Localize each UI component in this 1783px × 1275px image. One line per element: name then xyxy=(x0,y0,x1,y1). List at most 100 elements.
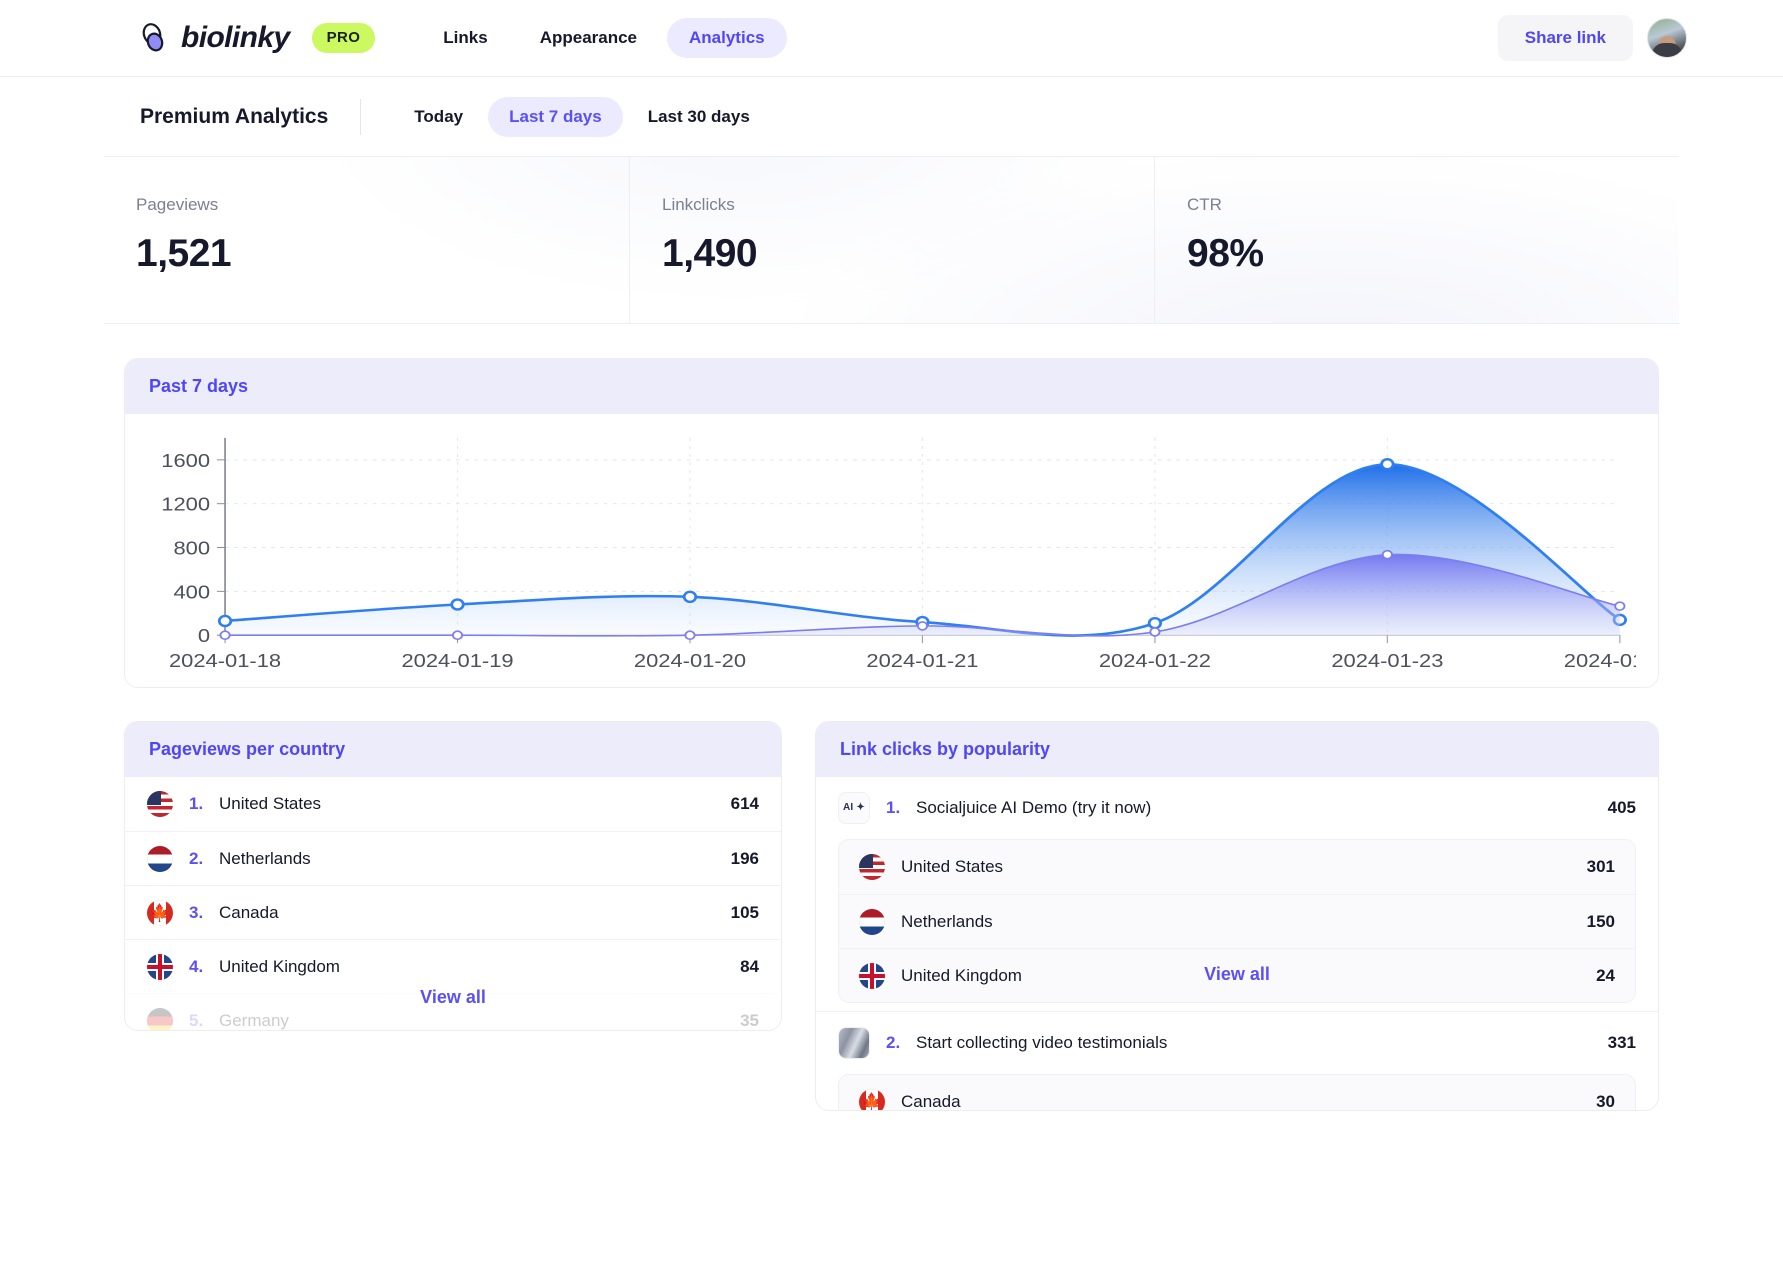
pro-badge: PRO xyxy=(311,23,376,53)
link-country-row[interactable]: 🍁 Canada 30 xyxy=(839,1075,1635,1111)
stat-pageviews: Pageviews 1,521 xyxy=(104,157,629,323)
biolinky-logo-icon xyxy=(140,23,170,53)
country-name: Canada xyxy=(219,902,279,922)
page-title: Premium Analytics xyxy=(140,104,329,128)
flag-nl-icon xyxy=(147,845,173,872)
nav-item-analytics[interactable]: Analytics xyxy=(667,18,787,58)
divider xyxy=(360,98,362,135)
flag-gb-icon xyxy=(147,953,173,980)
range-tab-last-7-days[interactable]: Last 7 days xyxy=(488,96,623,137)
flag-us-icon xyxy=(147,791,173,817)
stat-value: 1,490 xyxy=(662,232,758,275)
analytics-area-chart[interactable]: 0 400 800 1200 1600 2024-01-18 2024-01-19 2024-… xyxy=(135,420,1636,687)
flag-us-icon xyxy=(859,854,885,880)
country-value: 84 xyxy=(740,956,759,976)
filter-bar: Premium Analytics Today Last 7 days Last… xyxy=(0,77,1783,156)
flag-de-icon xyxy=(147,1007,173,1030)
range-tab-last-30-days[interactable]: Last 30 days xyxy=(627,97,771,137)
link-country-breakdown: 🍁 Canada 30 xyxy=(838,1074,1636,1111)
country-value: 105 xyxy=(730,902,759,922)
country-row[interactable]: 🍁 3. Canada 105 xyxy=(125,885,781,939)
stat-label: CTR xyxy=(1187,195,1222,214)
nav-item-links[interactable]: Links xyxy=(421,18,509,58)
link-list: AI ✦ 1. Socialjuice AI Demo (try it now) 40… xyxy=(816,777,1658,1111)
country-rank: 4. xyxy=(189,956,204,976)
svg-text:2024-01-21: 2024-01-21 xyxy=(866,650,978,671)
avatar[interactable] xyxy=(1647,18,1687,58)
svg-text:2024-01-19: 2024-01-19 xyxy=(401,650,513,671)
link-row[interactable]: 2. Start collecting video testimonials 331 xyxy=(816,1012,1658,1074)
svg-text:2024-01-20: 2024-01-20 xyxy=(634,650,746,671)
link-title: Start collecting video testimonials xyxy=(916,1033,1168,1052)
range-tab-today[interactable]: Today xyxy=(393,97,484,137)
link-country-name: United States xyxy=(901,857,1004,876)
bottom-panels: Pageviews per country 1. United States 614… xyxy=(124,721,1659,1111)
country-rank: 1. xyxy=(189,794,204,813)
link-country-breakdown: United States 301 Netherlands 150 United Kin… xyxy=(838,839,1636,1003)
stat-value: 98% xyxy=(1187,232,1264,275)
link-country-row[interactable]: Netherlands 150 xyxy=(839,894,1635,948)
country-row[interactable]: 4. United Kingdom 84 xyxy=(125,939,781,993)
svg-text:2024-01-23: 2024-01-23 xyxy=(1331,650,1443,671)
link-value: 405 xyxy=(1607,798,1636,817)
countries-view-all-button[interactable]: View all xyxy=(125,987,781,1008)
link-country-value: 150 xyxy=(1586,911,1615,931)
links-card-title: Link clicks by popularity xyxy=(816,722,1658,777)
link-country-value: 30 xyxy=(1596,1092,1615,1111)
country-name: United States xyxy=(219,794,322,813)
link-row[interactable]: AI ✦ 1. Socialjuice AI Demo (try it now) 40… xyxy=(816,777,1658,839)
link-thumbnail xyxy=(838,1027,870,1059)
link-thumbnail: AI ✦ xyxy=(838,792,870,824)
main-nav: Links Appearance Analytics xyxy=(421,18,787,58)
brand-logo-group[interactable]: biolinky PRO xyxy=(140,21,376,55)
country-rank: 3. xyxy=(189,902,204,922)
link-country-value: 301 xyxy=(1586,857,1615,876)
flag-ca-icon: 🍁 xyxy=(859,1089,885,1110)
country-name: Germany xyxy=(219,1010,289,1030)
svg-text:2024-01-22: 2024-01-22 xyxy=(1099,650,1211,671)
share-link-button[interactable]: Share link xyxy=(1497,15,1633,61)
link-clicks-by-popularity-card: Link clicks by popularity AI ✦ 1. Socialju… xyxy=(815,721,1659,1111)
svg-text:2024-01-18: 2024-01-18 xyxy=(169,650,281,671)
link-rank: 2. xyxy=(886,1033,901,1052)
link-title: Socialjuice AI Demo (try it now) xyxy=(916,798,1152,817)
country-row[interactable]: 2. Netherlands 196 xyxy=(125,831,781,885)
link-rank: 1. xyxy=(886,798,901,817)
svg-text:0: 0 xyxy=(198,626,210,647)
country-value: 614 xyxy=(730,794,759,813)
link-value: 331 xyxy=(1607,1033,1636,1052)
country-value: 35 xyxy=(740,1010,759,1030)
country-value: 196 xyxy=(730,848,759,868)
nav-item-appearance[interactable]: Appearance xyxy=(518,18,659,58)
country-rank: 2. xyxy=(189,848,204,868)
chart-card-title: Past 7 days xyxy=(125,359,1658,414)
stat-value: 1,521 xyxy=(136,232,232,275)
link-country-name: Netherlands xyxy=(901,911,993,931)
svg-text:400: 400 xyxy=(173,582,210,603)
country-row[interactable]: 1. United States 614 xyxy=(125,777,781,831)
stat-label: Linkclicks xyxy=(662,195,735,214)
pageviews-per-country-card: Pageviews per country 1. United States 614… xyxy=(124,721,782,1031)
link-country-row[interactable]: United States 301 xyxy=(839,840,1635,894)
country-name: United Kingdom xyxy=(219,956,340,976)
stat-linkclicks: Linkclicks 1,490 xyxy=(629,157,1154,323)
top-bar-right: Share link xyxy=(1497,15,1687,61)
link-country-name: Canada xyxy=(901,1092,961,1111)
brand-name: biolinky xyxy=(181,21,290,54)
countries-card-title: Pageviews per country xyxy=(125,722,781,777)
svg-text:1600: 1600 xyxy=(161,450,210,471)
link-thumbnail-image xyxy=(839,1028,869,1058)
flag-nl-icon xyxy=(859,908,885,935)
ai-sparkle-icon: AI ✦ xyxy=(843,802,865,813)
svg-text:1200: 1200 xyxy=(161,494,210,515)
past-7-days-chart-card: Past 7 days 0 400 800 1200 1600 2024-01-18 202… xyxy=(124,358,1659,688)
chart-plot-area: 0 400 800 1200 1600 2024-01-18 2024-01-19 2024-… xyxy=(125,414,1658,687)
svg-text:800: 800 xyxy=(173,538,210,559)
date-range-tabs: Today Last 7 days Last 30 days xyxy=(393,96,771,137)
stat-ctr: CTR 98% xyxy=(1154,157,1679,323)
svg-text:2024-01-24: 2024-01-24 xyxy=(1564,650,1636,671)
links-view-all-button[interactable]: View all xyxy=(839,964,1635,985)
stat-label: Pageviews xyxy=(136,195,219,214)
top-navigation-bar: biolinky PRO Links Appearance Analytics … xyxy=(0,0,1783,77)
country-rank: 5. xyxy=(189,1010,204,1030)
